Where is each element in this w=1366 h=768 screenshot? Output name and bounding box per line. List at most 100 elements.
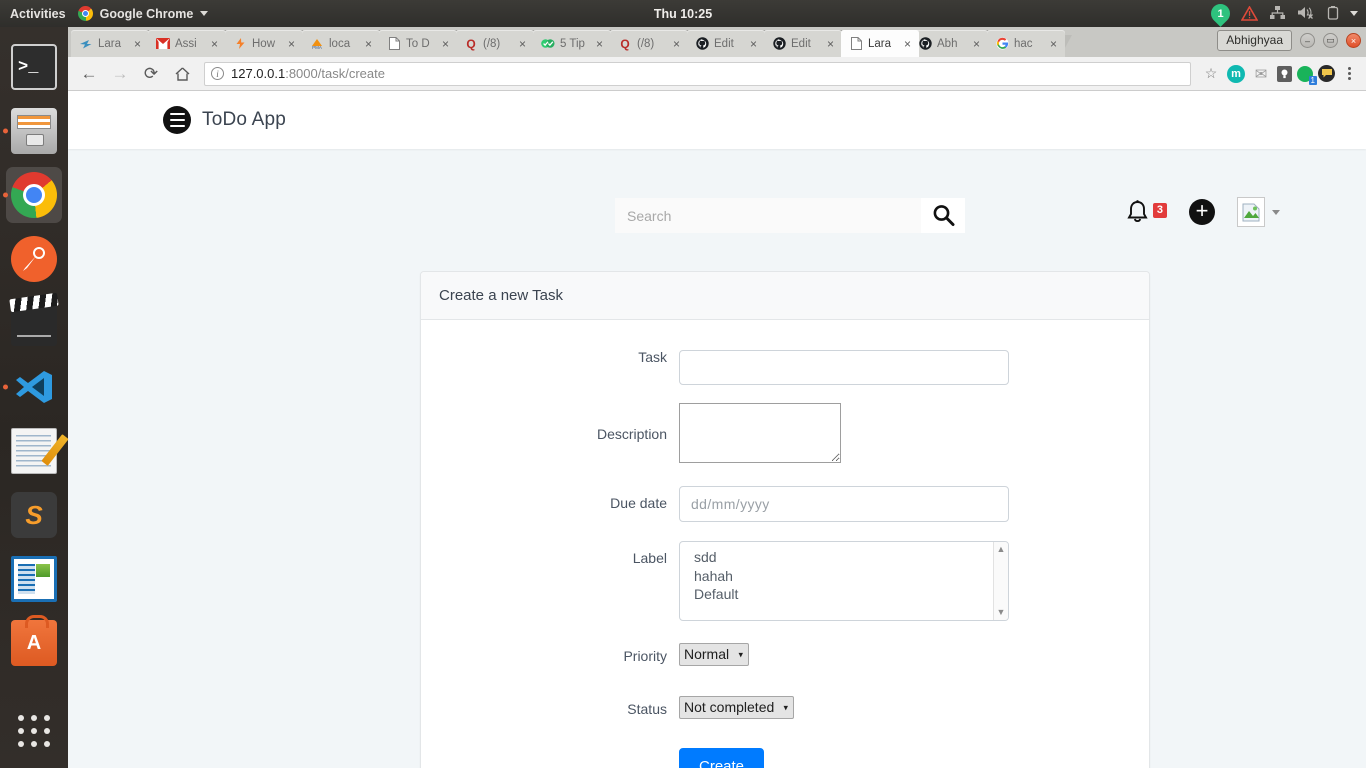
show-applications-button[interactable] [0,702,68,760]
dock-item-video-editor[interactable] [0,291,68,355]
system-clock[interactable]: Thu 10:25 [0,7,1366,21]
dock-item-notepad[interactable] [0,419,68,483]
arrow-left-icon[interactable]: ← [76,61,102,87]
notification-count-badge[interactable]: 1 [1207,0,1234,27]
network-icon[interactable] [1269,5,1286,23]
star-icon[interactable]: ☆ [1200,63,1222,85]
chrome-icon [11,172,57,218]
search-input[interactable] [615,199,921,232]
arrow-right-icon[interactable]: → [107,61,133,87]
browser-tab-4[interactable]: To D × [379,30,457,57]
dock-item-rhythmbox[interactable] [0,227,68,291]
form-row-description: Description [421,403,1149,468]
priority-label: Priority [623,648,667,664]
user-menu[interactable] [1237,197,1280,227]
tab-close-icon[interactable]: × [440,38,451,50]
chevron-down-icon[interactable] [1272,209,1280,215]
minimize-button[interactable]: – [1300,33,1315,48]
vscode-icon [11,364,57,410]
task-input[interactable] [679,350,1009,385]
tab-close-icon[interactable]: × [363,38,374,50]
description-textarea[interactable] [679,403,841,463]
browser-tab-12[interactable]: hac × [987,30,1065,57]
dock-item-ubuntu-software[interactable]: A [0,611,68,675]
chat-extension-icon[interactable] [1318,65,1335,82]
battery-icon[interactable] [1327,5,1339,23]
tab-close-icon[interactable]: × [825,38,836,50]
address-bar-url: 127.0.0.1:8000/task/create [231,66,385,81]
idea-extension-icon[interactable] [1277,65,1292,82]
create-button[interactable]: Create [679,748,765,768]
reload-icon[interactable]: ⟳ [138,61,164,87]
address-bar[interactable]: i 127.0.0.1:8000/task/create [204,61,1191,86]
memex-extension-icon[interactable]: m [1227,64,1245,83]
tab-close-icon[interactable]: × [671,38,682,50]
browser-tab-10-active[interactable]: Lara × [841,30,919,57]
caret-up-icon[interactable]: ▲ [997,545,1006,554]
tab-title: Edit [714,37,734,50]
browser-tab-5[interactable]: Q (/8) × [456,30,534,57]
tab-close-icon[interactable]: × [1048,38,1059,50]
user-account-chip[interactable]: Abhighyaa [1217,30,1292,51]
form-row-task: Task [421,350,1149,385]
system-menu-chevron-icon[interactable] [1350,11,1358,16]
tab-close-icon[interactable]: × [286,38,297,50]
label-option[interactable]: sdd [680,548,1008,567]
app-grid-icon [18,715,50,747]
browser-tab-11[interactable]: Abh × [910,30,988,57]
tab-close-icon[interactable]: × [748,38,759,50]
add-task-button[interactable]: + [1189,199,1215,225]
info-circle-icon[interactable]: i [211,67,224,80]
tab-close-icon[interactable]: × [971,38,982,50]
dock-item-libreoffice[interactable] [0,547,68,611]
tab-close-icon[interactable]: × [132,38,143,50]
status-select[interactable]: Not completed [679,696,794,719]
search-button[interactable] [921,198,965,233]
brand[interactable]: ToDo App [163,106,286,134]
caret-down-icon[interactable]: ▼ [997,608,1006,617]
kebab-menu-icon[interactable] [1340,67,1358,80]
window-controls: Abhighyaa – ▭ × [1217,30,1361,51]
tab-close-icon[interactable]: × [594,38,605,50]
url-path: :8000/task/create [285,66,385,81]
tab-close-icon[interactable]: × [209,38,220,50]
browser-tab-7[interactable]: Q (/8) × [610,30,688,57]
maximize-button[interactable]: ▭ [1323,33,1338,48]
dock-item-terminal[interactable]: >_ [0,35,68,99]
dock-item-google-chrome[interactable] [0,163,68,227]
tab-title: Edit [791,37,811,50]
tab-close-icon[interactable]: × [517,38,528,50]
due-date-label: Due date [610,495,667,511]
home-icon[interactable] [169,61,195,87]
notifications-button[interactable]: 3 [1125,199,1167,226]
label-multiselect[interactable]: sdd hahah Default ▲ ▼ [679,541,1009,621]
page-icon [387,37,401,51]
mail-extension-icon[interactable]: ✉ [1250,63,1272,85]
rhythmbox-icon [11,236,57,282]
label-list-scrollbar[interactable]: ▲ ▼ [993,542,1008,620]
warning-icon[interactable] [1241,6,1258,21]
browser-tab-9[interactable]: Edit × [764,30,842,57]
due-date-input[interactable] [679,486,1009,522]
avatar[interactable] [1237,197,1265,227]
dock-item-sublime-text[interactable]: S [0,483,68,547]
dock-item-files[interactable] [0,99,68,163]
gmail-icon [156,37,170,51]
browser-tab-8[interactable]: Edit × [687,30,765,57]
label-option[interactable]: hahah [680,567,1008,586]
browser-tab-6[interactable]: 5 Tip × [533,30,611,57]
browser-tab-2[interactable]: How × [225,30,303,57]
tab-close-icon[interactable]: × [902,38,913,50]
volume-muted-icon[interactable] [1297,5,1316,23]
browser-tab-3[interactable]: PMA loca × [302,30,380,57]
priority-select[interactable]: Normal [679,643,749,666]
browser-tab-1[interactable]: Assi × [148,30,226,57]
status-extension-icon[interactable]: 1 [1297,65,1317,85]
close-button[interactable]: × [1346,33,1361,48]
dock-item-visual-studio-code[interactable] [0,355,68,419]
bell-icon [1127,199,1148,222]
header-actions: 3 + [1125,197,1280,227]
hamburger-icon[interactable] [163,106,191,134]
label-option[interactable]: Default [680,585,1008,604]
browser-tab-0[interactable]: Lara × [71,30,149,57]
